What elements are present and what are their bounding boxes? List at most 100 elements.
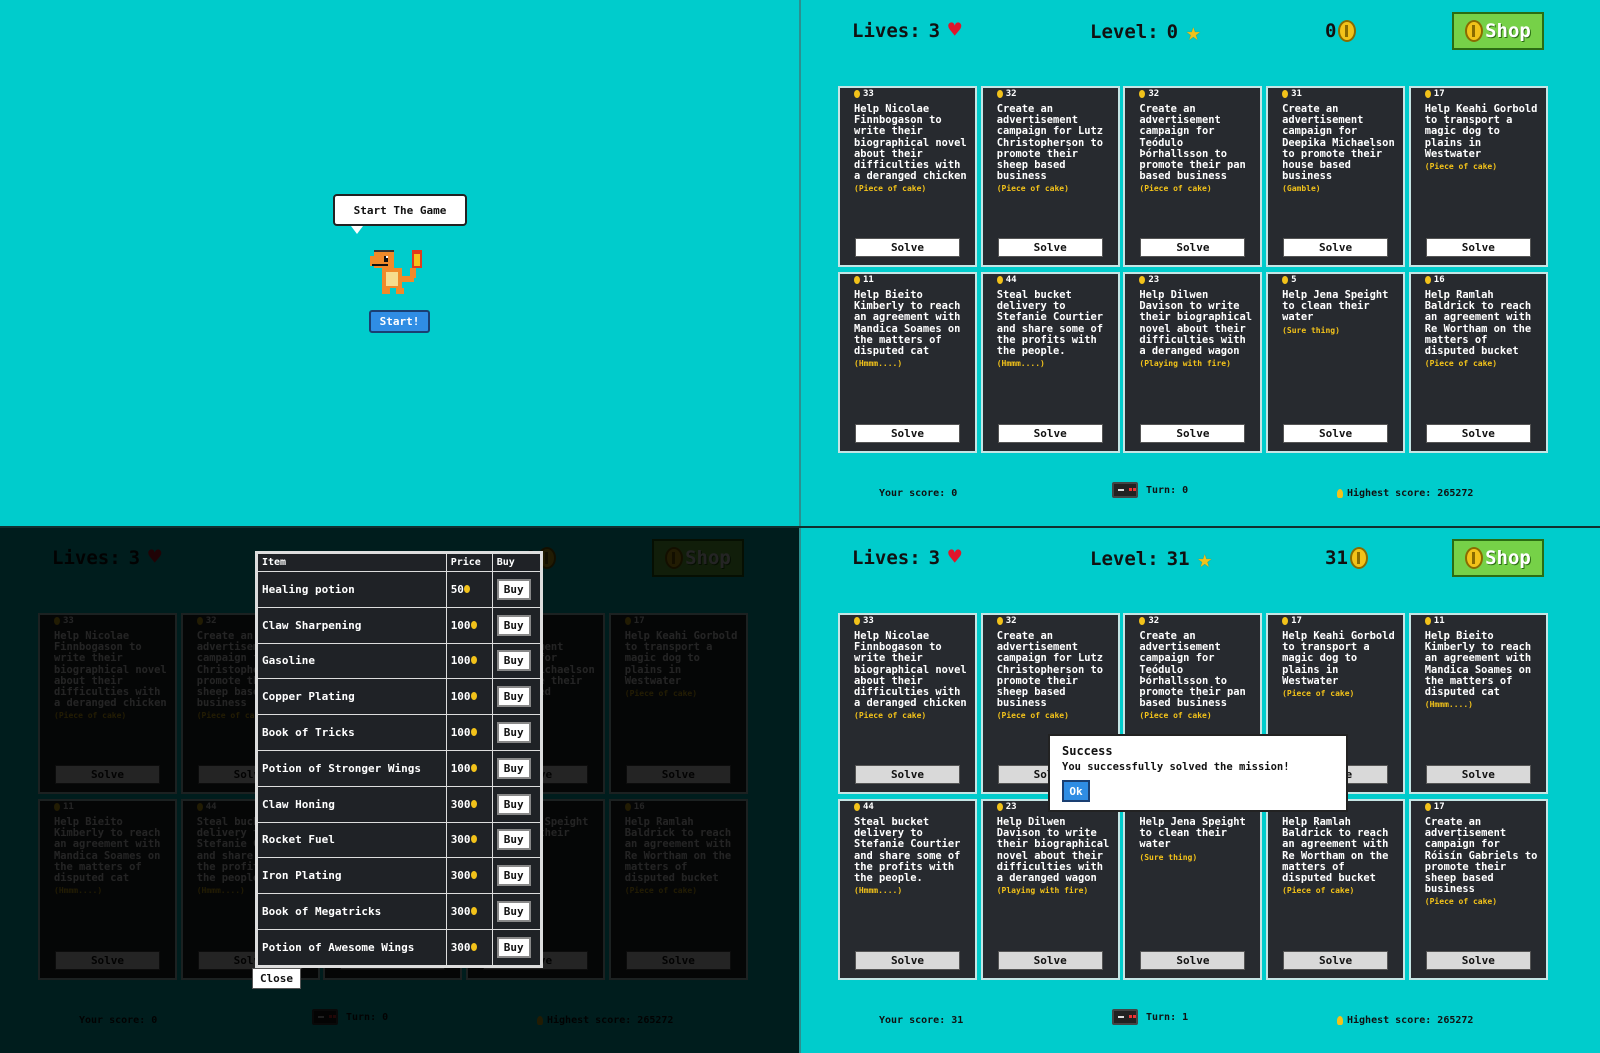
shop-price-value: 300 [450, 833, 471, 847]
mission-reward-value: 44 [1005, 275, 1017, 285]
speech-bubble: Start The Game [333, 194, 467, 226]
shop-buy-cell: Buy [491, 857, 542, 895]
solve-button[interactable]: Solve [1283, 238, 1389, 257]
solve-button[interactable]: Solve [1425, 238, 1531, 257]
coin-icon [470, 763, 477, 772]
star-icon: ★ [1186, 18, 1201, 46]
shop-buy-cell: Buy [491, 893, 542, 930]
solve-button[interactable]: Solve [1425, 424, 1531, 443]
coin-icon [470, 799, 477, 808]
mission-description: Steal bucket delivery to Stefanie Courti… [996, 289, 1115, 369]
fire-lizard-mascot-icon [370, 250, 422, 294]
buy-button[interactable]: Buy [496, 901, 531, 923]
shop-close-button[interactable]: Close [252, 968, 301, 989]
shop-price-value: 300 [450, 940, 471, 954]
buy-button[interactable]: Buy [496, 865, 531, 887]
gamepad-icon [1112, 482, 1138, 498]
mission-reward-value: 11 [863, 275, 874, 285]
mission-text: Steal bucket delivery to Stefanie Courti… [996, 289, 1104, 358]
mission-reward-value: 17 [1433, 802, 1445, 812]
solve-button[interactable]: Solve [1140, 951, 1246, 970]
shop-item-name: Copper Plating [257, 678, 447, 716]
dialog-ok-button[interactable]: Ok [1062, 780, 1090, 802]
buy-button[interactable]: Buy [496, 829, 531, 851]
shop-row: Potion of Stronger Wings 100 Buy [257, 749, 542, 787]
buy-button[interactable]: Buy [496, 614, 531, 636]
shop-table: Item Price Buy Healing potion 50 Buy Claw S… [257, 553, 542, 966]
lives-display: Lives: 3 ♥ [852, 547, 961, 570]
coin-icon [996, 617, 1003, 625]
mission-reward: 32 [1139, 89, 1159, 99]
buy-button[interactable]: Buy [496, 936, 531, 958]
level-label: Level: [1090, 21, 1159, 43]
mission-text: Create an advertisement campaign for Teó… [1139, 630, 1246, 710]
solve-button[interactable]: Solve [855, 951, 960, 970]
mission-description: Help Ramlah Baldrick to reach an agreeme… [1425, 289, 1543, 369]
heart-icon: ♥ [948, 18, 962, 43]
turn-count: Turn: 0 [1146, 484, 1189, 496]
coin-icon [996, 276, 1003, 284]
shop-item-name: Potion of Stronger Wings [257, 749, 447, 787]
your-score: Your score: 31 [879, 1015, 964, 1026]
coin-icon [463, 584, 470, 593]
highest-score: Highest score: 265272 [1347, 1015, 1474, 1026]
shop-price-value: 100 [450, 618, 471, 632]
mission-description: Help Nicolae Finnbogason to write their … [854, 630, 972, 722]
solve-button[interactable]: Solve [1283, 951, 1389, 970]
solve-button[interactable]: Solve [997, 424, 1103, 443]
buy-button[interactable]: Buy [496, 686, 531, 708]
shop-item-price: 100 [445, 642, 493, 680]
mission-description: Help Jena Speight to clean their water(S… [1139, 816, 1257, 863]
shop-item-price: 300 [445, 928, 493, 966]
mission-card: 11 Help Bieito Kimberly to reach an agree… [838, 272, 977, 453]
buy-button[interactable]: Buy [496, 578, 531, 600]
buy-button[interactable]: Buy [496, 757, 531, 779]
shop-buy-cell: Buy [491, 821, 542, 859]
mission-text: Steal bucket delivery to Stefanie Courti… [854, 816, 961, 885]
mission-reward: 33 [854, 89, 874, 99]
buy-button[interactable]: Buy [496, 793, 531, 815]
mission-reward: 32 [1139, 616, 1159, 626]
solve-button[interactable]: Solve [1425, 765, 1531, 784]
mission-text: Create an advertisement campaign for Teó… [1139, 103, 1246, 183]
solve-button[interactable]: Solve [997, 951, 1103, 970]
buy-button[interactable]: Buy [496, 722, 531, 744]
mission-card: 23 Help Dilwen Davison to write their bio… [980, 799, 1120, 980]
speech-bubble-tail [351, 226, 363, 234]
shop-price-value: 100 [450, 654, 471, 668]
mission-difficulty: (Piece of cake) [854, 711, 927, 721]
shop-label: Shop [1485, 547, 1531, 569]
shop-item-name: Gasoline [257, 642, 447, 680]
solve-button[interactable]: Solve [1140, 238, 1246, 257]
shop-price-value: 100 [450, 726, 471, 740]
mission-difficulty: (Hmmm....) [1424, 700, 1473, 710]
shop-row: Healing potion 50 Buy [257, 571, 542, 608]
mission-card: 17 Help Keahi Gorbold to transport a magi… [1408, 86, 1548, 267]
start-button[interactable]: Start! [369, 310, 430, 333]
mission-description: Create an advertisement campaign for Teó… [1139, 103, 1257, 195]
solve-button[interactable]: Solve [855, 424, 960, 443]
shop-button[interactable]: Shop [1452, 12, 1544, 50]
lives-label: Lives: [852, 20, 921, 42]
mission-difficulty: (Piece of cake) [854, 184, 927, 194]
solve-button[interactable]: Solve [1425, 951, 1531, 970]
mission-description: Help Keahi Gorbold to transport a magic … [1282, 630, 1400, 699]
mission-difficulty: (Piece of cake) [1139, 711, 1212, 721]
highest-score: Highest score: 265272 [1347, 488, 1474, 499]
solve-button[interactable]: Solve [1283, 424, 1389, 443]
solve-button[interactable]: Solve [997, 238, 1103, 257]
level-display: Level: 31 ★ [1090, 547, 1212, 571]
mission-reward: 32 [996, 616, 1017, 626]
solve-button[interactable]: Solve [855, 765, 960, 784]
buy-button[interactable]: Buy [496, 650, 531, 672]
mission-reward: 33 [854, 616, 874, 626]
shop-button[interactable]: Shop [1452, 539, 1544, 577]
mission-description: Create an advertisement campaign for Lut… [997, 630, 1115, 722]
game-board-success: Lives: 3 ♥ Level: 31 ★ 31 Shop 33 Help Nicolae Fi… [800, 527, 1600, 1053]
solve-button[interactable]: Solve [855, 238, 960, 257]
coin-icon [1282, 90, 1289, 98]
coin-icon [996, 803, 1003, 811]
coin-icon [1424, 90, 1431, 98]
solve-button[interactable]: Solve [1140, 424, 1246, 443]
coin-icon [1424, 803, 1431, 811]
